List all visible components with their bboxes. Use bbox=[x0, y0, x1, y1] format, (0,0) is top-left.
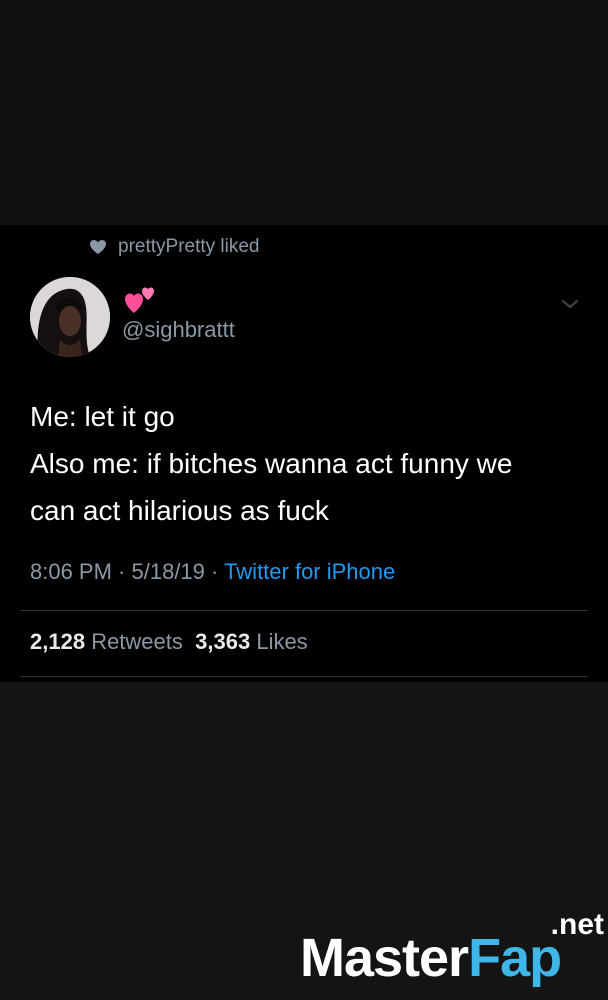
tweet-source-link[interactable]: Twitter for iPhone bbox=[224, 559, 395, 584]
retweets-label: Retweets bbox=[91, 629, 183, 654]
tweet-time[interactable]: 8:06 PM bbox=[30, 559, 112, 584]
screen: prettyPretty liked @sighbrattt Me: let i… bbox=[0, 0, 608, 1000]
social-context: prettyPretty liked bbox=[88, 235, 260, 259]
tweet-card[interactable]: prettyPretty liked @sighbrattt Me: let i… bbox=[0, 225, 608, 682]
tweet-line: can act hilarious as fuck bbox=[30, 495, 329, 526]
divider bbox=[20, 676, 588, 677]
retweets-stat[interactable]: 2,128 Retweets bbox=[30, 629, 183, 654]
bottom-blank-area: .net MasterFap bbox=[0, 682, 608, 1000]
likes-stat[interactable]: 3,363 Likes bbox=[195, 629, 308, 654]
meta-separator: · bbox=[204, 559, 225, 584]
watermark-brand-part2: Fap bbox=[468, 928, 562, 988]
retweets-count: 2,128 bbox=[30, 629, 86, 654]
watermark-brand-part1: Master bbox=[300, 928, 469, 988]
top-blank-area bbox=[0, 0, 608, 225]
tweet-date[interactable]: 5/18/19 bbox=[132, 559, 205, 584]
two-hearts-emoji bbox=[123, 285, 157, 315]
liked-by-text[interactable]: prettyPretty liked bbox=[118, 236, 260, 258]
likes-label: Likes bbox=[256, 629, 308, 654]
meta-separator: · bbox=[111, 559, 132, 584]
watermark-logo: .net MasterFap bbox=[300, 908, 608, 994]
tweet-line: Also me: if bitches wanna act funny we bbox=[30, 448, 513, 479]
watermark-brand: MasterFap bbox=[300, 928, 562, 988]
divider bbox=[20, 610, 588, 611]
tweet-stats: 2,128 Retweets 3,363 Likes bbox=[30, 629, 308, 655]
tweet-metadata: 8:06 PM · 5/18/19 · Twitter for iPhone bbox=[30, 559, 395, 585]
likes-count: 3,363 bbox=[195, 629, 251, 654]
avatar[interactable] bbox=[30, 277, 110, 357]
chevron-down-icon[interactable] bbox=[558, 295, 582, 313]
tweet-text: Me: let it go Also me: if bitches wanna … bbox=[30, 393, 590, 534]
heart-icon bbox=[88, 238, 108, 256]
user-handle[interactable]: @sighbrattt bbox=[122, 317, 235, 343]
tweet-line: Me: let it go bbox=[30, 401, 175, 432]
